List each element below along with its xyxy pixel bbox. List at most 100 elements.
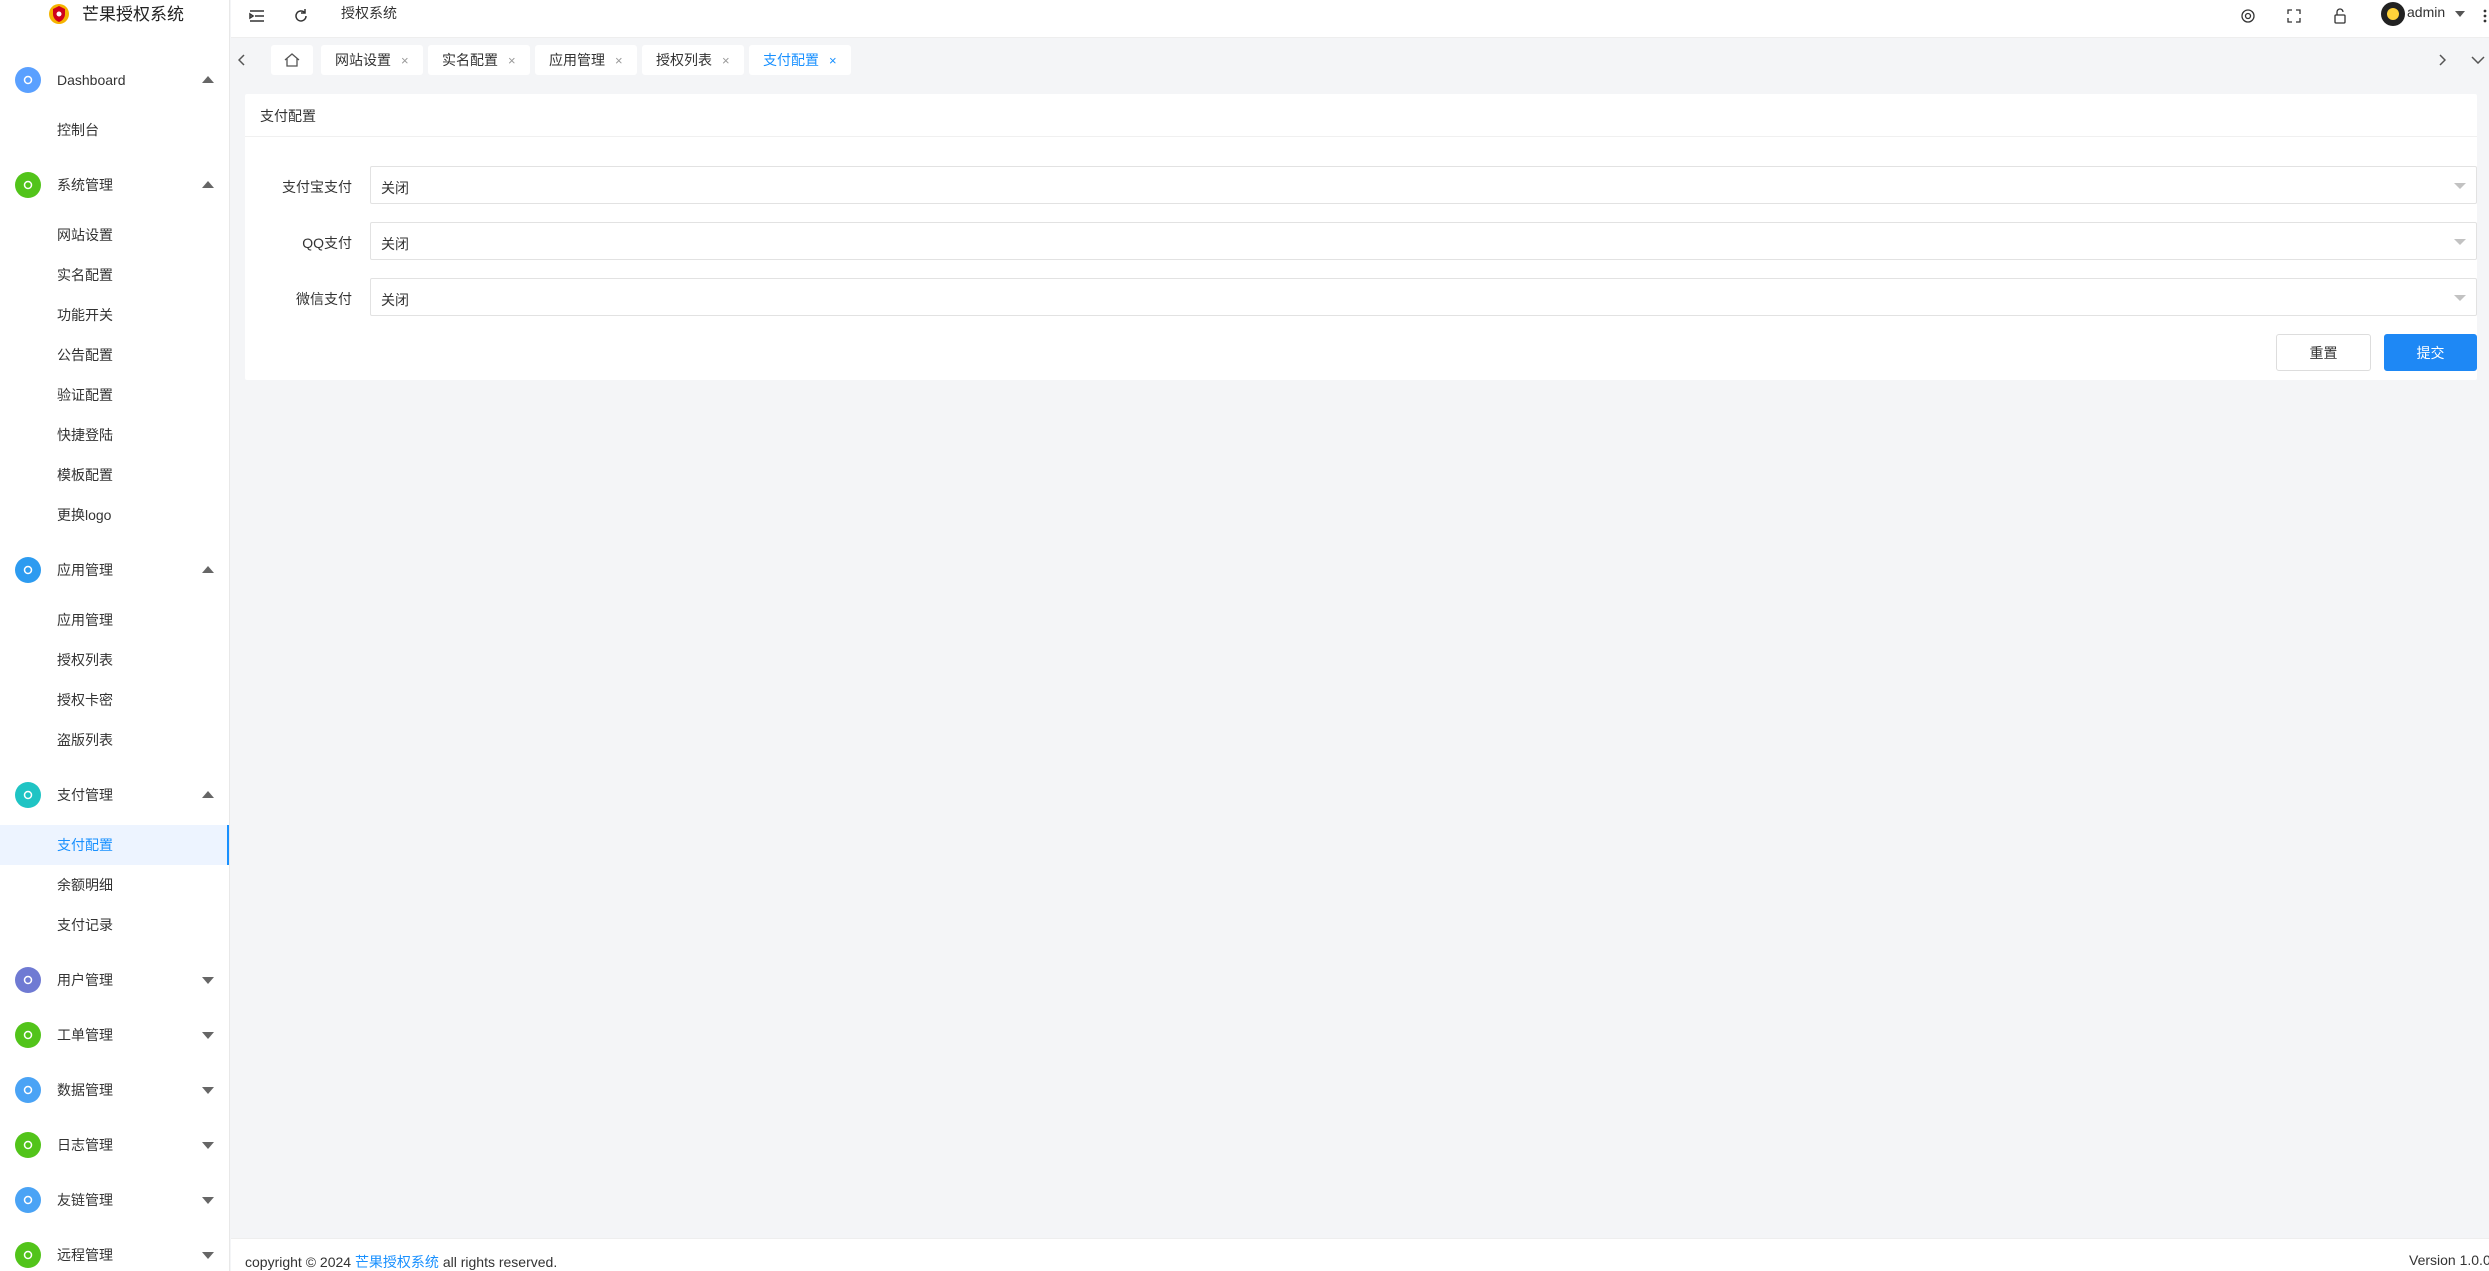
caret-down-icon — [202, 1032, 214, 1039]
sidebar-item[interactable]: 功能开关 — [0, 295, 229, 335]
sidebar-item[interactable]: 验证配置 — [0, 375, 229, 415]
tab-3[interactable]: 授权列表 × — [642, 45, 744, 75]
sidebar-group-label: 工单管理 — [57, 1027, 113, 1043]
sidebar-item-label: 功能开关 — [57, 307, 113, 323]
payment-config-panel: 支付配置 支付宝支付 关闭 QQ支付 关闭 微信支付 关闭 重置 提交 — [245, 94, 2477, 380]
sidebar-group-0[interactable]: Dashboard — [0, 62, 229, 98]
caret-down-icon — [202, 1142, 214, 1149]
sidebar-item[interactable]: 控制台 — [0, 110, 229, 150]
panel-divider — [245, 136, 2477, 137]
caret-up-icon — [202, 791, 214, 798]
footer: copyright © 2024 芒果授权系统 all rights reser… — [231, 1238, 2489, 1271]
tab-2[interactable]: 应用管理 × — [535, 45, 637, 75]
close-icon[interactable]: × — [722, 53, 730, 68]
home-icon — [284, 53, 300, 67]
sidebar-group-label: 用户管理 — [57, 972, 113, 988]
sidebar-item[interactable]: 网站设置 — [0, 215, 229, 255]
sidebar-item[interactable]: 授权列表 — [0, 640, 229, 680]
sidebar-group-label: 数据管理 — [57, 1082, 113, 1098]
avatar[interactable] — [2381, 2, 2405, 26]
username[interactable]: admin — [2407, 4, 2445, 20]
ticket-icon — [15, 1022, 41, 1048]
tab-0[interactable]: 网站设置 × — [321, 45, 423, 75]
tabs-dropdown-icon[interactable] — [2467, 45, 2489, 75]
sidebar-group-4[interactable]: 用户管理 — [0, 962, 229, 998]
sidebar-group-2[interactable]: 应用管理 — [0, 552, 229, 588]
sidebar-group-label: 系统管理 — [57, 177, 113, 193]
sidebar-group-6[interactable]: 数据管理 — [0, 1072, 229, 1108]
payment-select[interactable]: 关闭 — [370, 222, 2477, 260]
gear-icon — [15, 172, 41, 198]
sidebar-group-7[interactable]: 日志管理 — [0, 1127, 229, 1163]
tab-label: 支付配置 — [763, 52, 819, 68]
sidebar-group-label: Dashboard — [57, 72, 126, 88]
sidebar-item[interactable]: 盗版列表 — [0, 720, 229, 760]
sidebar-group-9[interactable]: 远程管理 — [0, 1237, 229, 1271]
sidebar-item-label: 余额明细 — [57, 877, 113, 893]
sidebar-item[interactable]: 更换logo — [0, 495, 229, 535]
users-icon — [15, 967, 41, 993]
tab-label: 网站设置 — [335, 52, 391, 68]
dashboard-icon — [15, 67, 41, 93]
chevron-down-icon — [2454, 295, 2466, 301]
theme-icon[interactable] — [2237, 5, 2259, 27]
sidebar-item[interactable]: 模板配置 — [0, 455, 229, 495]
tab-home[interactable] — [271, 45, 313, 75]
refresh-icon[interactable] — [290, 5, 312, 27]
select-value: 关闭 — [381, 236, 409, 252]
reset-button[interactable]: 重置 — [2276, 334, 2371, 371]
copyright-prefix: copyright © 2024 — [245, 1254, 355, 1270]
select-value: 关闭 — [381, 180, 409, 196]
sidebar-group-3[interactable]: 支付管理 — [0, 777, 229, 813]
lock-icon[interactable] — [2329, 5, 2351, 27]
sidebar-item-label: 支付记录 — [57, 917, 113, 933]
sidebar-item[interactable]: 支付配置 — [0, 825, 229, 865]
sidebar-item-label: 验证配置 — [57, 387, 113, 403]
tab-4[interactable]: 支付配置 × — [749, 45, 851, 75]
top-header: 授权系统 admin — [231, 0, 2489, 38]
tabs-bar: 网站设置 × 实名配置 × 应用管理 × 授权列表 × 支付配置 × — [231, 39, 2489, 83]
sidebar-group-5[interactable]: 工单管理 — [0, 1017, 229, 1053]
sidebar-group-1[interactable]: 系统管理 — [0, 167, 229, 203]
close-icon[interactable]: × — [508, 53, 516, 68]
breadcrumb: 授权系统 — [341, 5, 397, 21]
chevron-down-icon — [2454, 239, 2466, 245]
sidebar-item[interactable]: 支付记录 — [0, 905, 229, 945]
tab-label: 授权列表 — [656, 52, 712, 68]
share-icon — [15, 1242, 41, 1268]
caret-down-icon — [202, 1087, 214, 1094]
version-label: Version 1.0.0 — [2409, 1252, 2489, 1268]
sidebar-item[interactable]: 授权卡密 — [0, 680, 229, 720]
form-row: QQ支付 关闭 — [245, 222, 2477, 260]
app-icon — [15, 557, 41, 583]
tab-label: 实名配置 — [442, 52, 498, 68]
tabs-scroll-right-icon[interactable] — [2431, 45, 2453, 75]
close-icon[interactable]: × — [401, 53, 409, 68]
sidebar-item[interactable]: 公告配置 — [0, 335, 229, 375]
sidebar-group-8[interactable]: 友链管理 — [0, 1182, 229, 1218]
sidebar-item[interactable]: 应用管理 — [0, 600, 229, 640]
tabs-scroll-left-icon[interactable] — [231, 45, 253, 75]
sidebar-item[interactable]: 余额明细 — [0, 865, 229, 905]
caret-down-icon — [202, 1252, 214, 1259]
payment-icon — [15, 782, 41, 808]
more-vertical-icon[interactable] — [2481, 5, 2489, 27]
sidebar-item[interactable]: 快捷登陆 — [0, 415, 229, 455]
tab-1[interactable]: 实名配置 × — [428, 45, 530, 75]
chevron-down-icon[interactable] — [2455, 11, 2465, 17]
copyright-suffix: all rights reserved. — [438, 1254, 558, 1270]
copyright-link[interactable]: 芒果授权系统 — [355, 1254, 439, 1270]
submit-button[interactable]: 提交 — [2384, 334, 2477, 371]
close-icon[interactable]: × — [615, 53, 623, 68]
form-row: 微信支付 关闭 — [245, 278, 2477, 316]
payment-select[interactable]: 关闭 — [370, 278, 2477, 316]
close-icon[interactable]: × — [829, 53, 837, 68]
caret-up-icon — [202, 181, 214, 188]
payment-select[interactable]: 关闭 — [370, 166, 2477, 204]
sidebar-item[interactable]: 实名配置 — [0, 255, 229, 295]
fullscreen-icon[interactable] — [2283, 5, 2305, 27]
sidebar-item-label: 授权卡密 — [57, 692, 113, 708]
form-row: 支付宝支付 关闭 — [245, 166, 2477, 204]
app-logo[interactable]: 芒果授权系统 — [0, 0, 229, 30]
menu-toggle-icon[interactable] — [246, 5, 268, 27]
